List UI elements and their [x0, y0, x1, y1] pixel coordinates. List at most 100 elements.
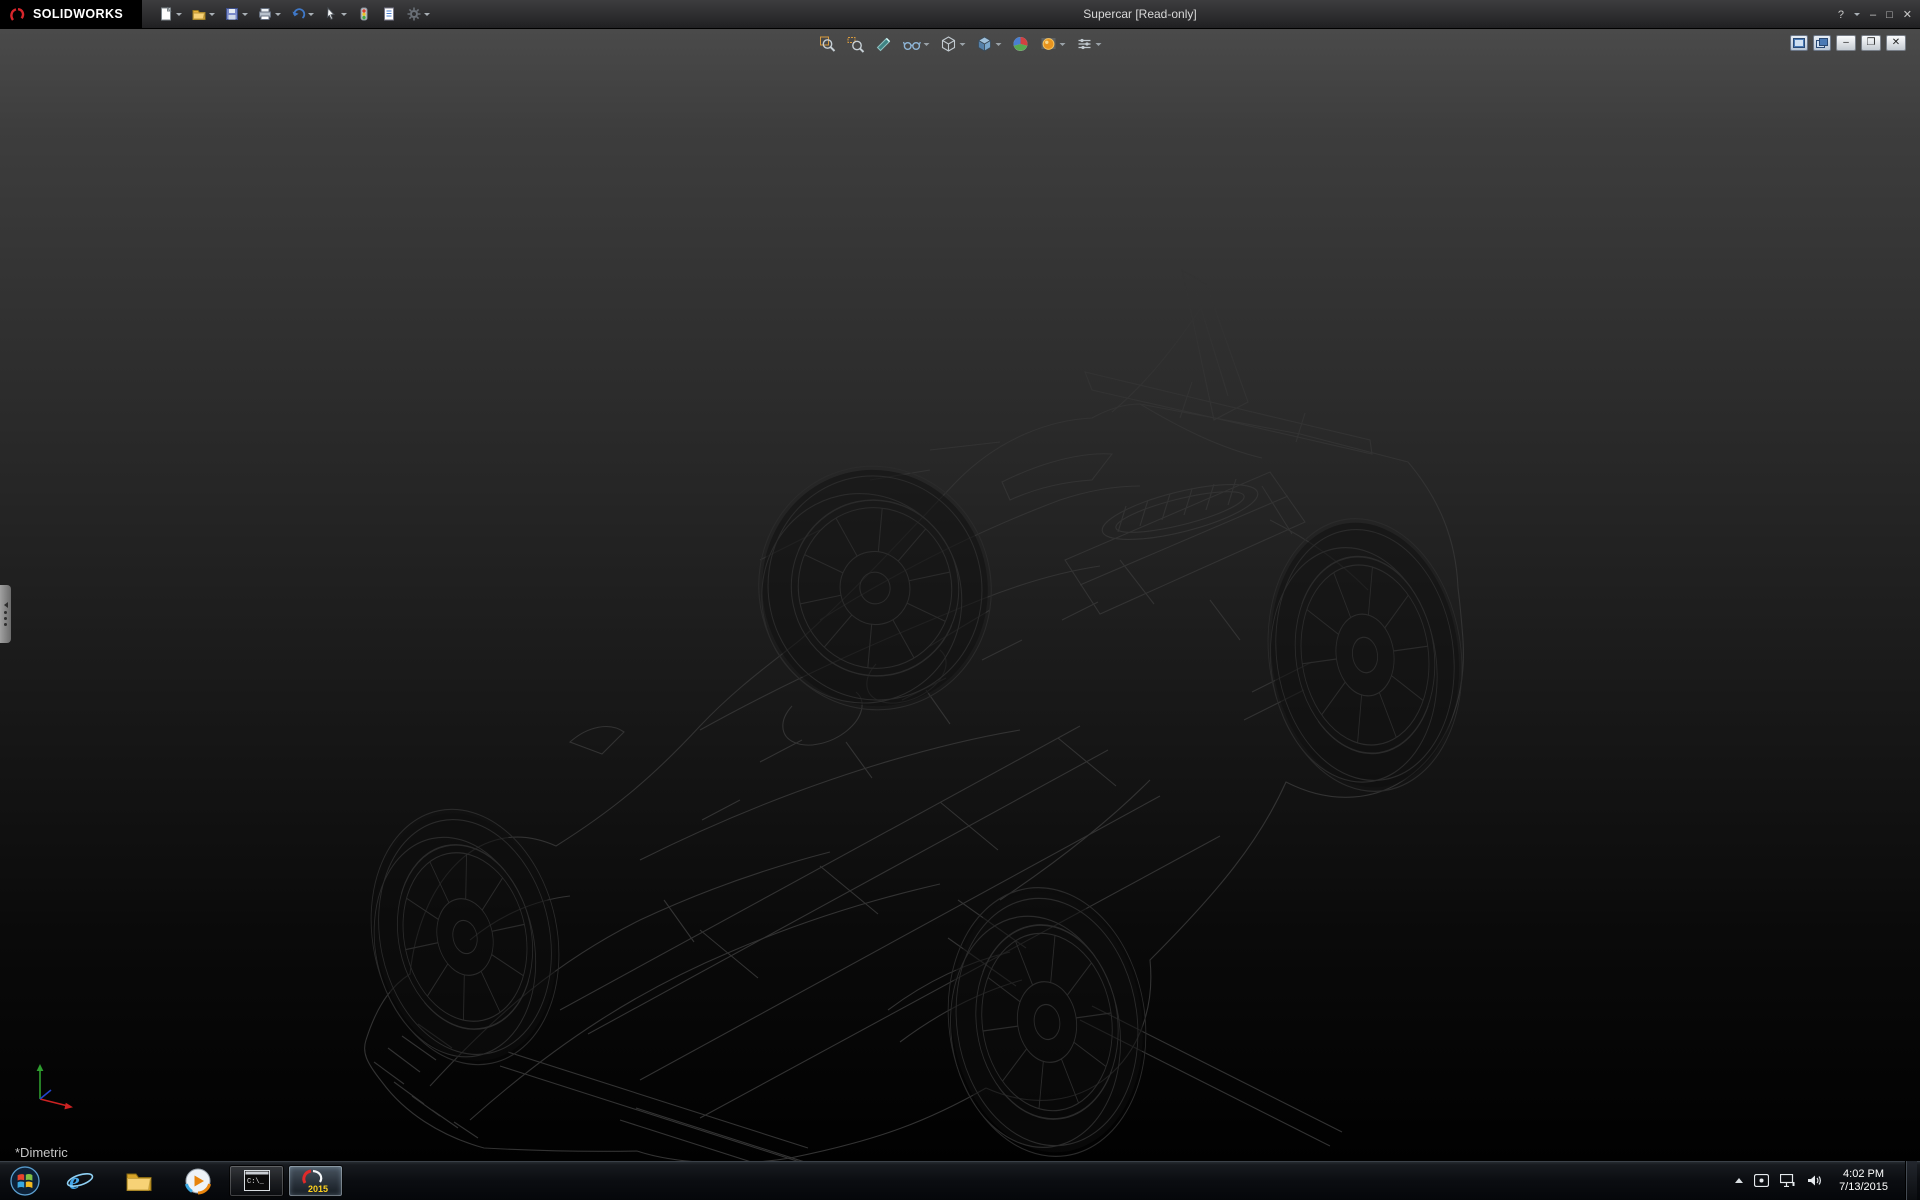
zoom-to-area-icon	[847, 35, 865, 53]
apply-scene-button[interactable]	[1039, 34, 1067, 54]
titlebar-controls: ? – □ ✕	[1838, 0, 1912, 29]
document-restore-button[interactable]: ❐	[1861, 35, 1881, 51]
glasses-icon	[903, 35, 922, 53]
command-prompt-icon: C:\_	[244, 1170, 270, 1191]
quick-access-toolbar	[156, 5, 432, 23]
graphics-viewport[interactable]: – ❐ ✕ *Dimetric	[0, 29, 1920, 1161]
open-folder-icon	[191, 6, 207, 22]
rebuild-button[interactable]	[354, 5, 374, 23]
close-button[interactable]: ✕	[1903, 8, 1912, 21]
print-button[interactable]	[255, 5, 283, 23]
options-button[interactable]	[404, 5, 432, 23]
select-button[interactable]	[321, 5, 349, 23]
car-wheels-wireframe	[348, 445, 1479, 1161]
help-button[interactable]: ?	[1838, 9, 1844, 21]
file-properties-button[interactable]	[379, 5, 399, 23]
chevron-down-icon[interactable]	[209, 13, 215, 16]
chevron-down-icon[interactable]	[924, 43, 930, 46]
chevron-down-icon[interactable]	[308, 13, 314, 16]
new-window-button[interactable]	[1813, 35, 1831, 51]
chevron-down-icon[interactable]	[1096, 43, 1102, 46]
view-settings-icon	[1076, 35, 1094, 53]
rebuild-traffic-light-icon	[356, 6, 372, 22]
display-style-cube-icon	[940, 35, 958, 53]
new-document-icon	[158, 6, 174, 22]
minimize-button[interactable]: –	[1870, 9, 1876, 21]
app-window-tray-icon[interactable]	[1754, 1174, 1769, 1187]
file-properties-icon	[381, 6, 397, 22]
chevron-down-icon[interactable]	[242, 13, 248, 16]
zoom-to-fit-button[interactable]	[818, 34, 838, 54]
supercar-wireframe-model[interactable]	[0, 29, 1920, 1161]
print-icon	[257, 6, 273, 22]
view-orientation-label: *Dimetric	[15, 1145, 68, 1160]
chevron-down-icon[interactable]	[1854, 13, 1860, 16]
dassault-systemes-icon	[8, 6, 28, 23]
document-minimize-button[interactable]: –	[1836, 35, 1856, 51]
taskbar-media-player[interactable]	[168, 1161, 227, 1200]
taskbar-command-prompt[interactable]: C:\_	[229, 1165, 284, 1197]
chevron-down-icon[interactable]	[424, 13, 430, 16]
restore-button[interactable]: □	[1886, 9, 1893, 21]
appearance-ball-icon	[1012, 35, 1030, 53]
system-tray: 4:02 PM 7/13/2015	[1735, 1161, 1920, 1200]
save-floppy-icon	[224, 6, 240, 22]
viewport-layout-icon	[1793, 38, 1805, 48]
zoom-to-area-button[interactable]	[846, 34, 866, 54]
chevron-down-icon[interactable]	[275, 13, 281, 16]
view-orientation-button[interactable]	[975, 34, 1003, 54]
open-button[interactable]	[189, 5, 217, 23]
solidworks-app: SOLIDWORKS	[0, 0, 1920, 1200]
gear-icon	[406, 6, 422, 22]
new-document-button[interactable]	[156, 5, 184, 23]
volume-icon[interactable]	[1807, 1174, 1822, 1187]
undo-arrow-icon	[290, 6, 306, 22]
taskbar-internet-explorer[interactable]: e	[50, 1161, 109, 1200]
chevron-down-icon[interactable]	[960, 43, 966, 46]
reference-triad	[24, 1059, 82, 1117]
solidworks-logo: SOLIDWORKS	[0, 0, 142, 29]
brand-text: SOLIDWORKS	[33, 7, 123, 21]
solidworks-version-badge: 2015	[308, 1184, 328, 1194]
title-bar: SOLIDWORKS	[0, 0, 1920, 29]
view-settings-button[interactable]	[1075, 34, 1103, 54]
featuremanager-panel-handle[interactable]	[0, 585, 11, 643]
show-desktop-button[interactable]	[1905, 1161, 1917, 1200]
section-view-button[interactable]	[874, 34, 894, 54]
headsup-view-toolbar	[818, 34, 1103, 54]
undo-button[interactable]	[288, 5, 316, 23]
svg-text:C:\_: C:\_	[247, 1178, 265, 1186]
clock-time: 4:02 PM	[1839, 1168, 1888, 1181]
viewport-layout-button[interactable]	[1790, 35, 1808, 51]
internet-explorer-icon: e	[65, 1166, 95, 1196]
taskbar-solidworks[interactable]: 2015	[288, 1165, 343, 1197]
solidworks-taskbar-icon: 2015	[301, 1168, 331, 1194]
chevron-left-icon	[4, 602, 8, 608]
windows-taskbar: e C:\_	[0, 1161, 1920, 1200]
chevron-down-icon[interactable]	[341, 13, 347, 16]
document-close-button[interactable]: ✕	[1886, 35, 1906, 51]
chevron-down-icon[interactable]	[1060, 43, 1066, 46]
save-button[interactable]	[222, 5, 250, 23]
view-orientation-cube-icon	[976, 35, 994, 53]
section-view-icon	[875, 35, 893, 53]
scene-ball-icon	[1040, 35, 1058, 53]
start-button[interactable]	[0, 1161, 50, 1200]
chevron-down-icon[interactable]	[996, 43, 1002, 46]
select-cursor-icon	[323, 6, 339, 22]
taskbar-windows-explorer[interactable]	[109, 1161, 168, 1200]
taskbar-clock[interactable]: 4:02 PM 7/13/2015	[1833, 1168, 1894, 1194]
hide-show-items-button[interactable]	[902, 34, 931, 54]
svg-text:e: e	[69, 1169, 80, 1195]
folder-icon	[124, 1168, 154, 1194]
edit-appearance-button[interactable]	[1011, 34, 1031, 54]
display-style-button[interactable]	[939, 34, 967, 54]
windows-start-icon	[9, 1165, 41, 1197]
window-title: Supercar [Read-only]	[1083, 7, 1196, 21]
clock-date: 7/13/2015	[1839, 1181, 1888, 1194]
hidden-icons-button[interactable]	[1735, 1178, 1743, 1183]
network-icon[interactable]	[1780, 1174, 1796, 1187]
chevron-down-icon[interactable]	[176, 13, 182, 16]
zoom-to-fit-icon	[819, 35, 837, 53]
media-player-icon	[184, 1167, 212, 1195]
